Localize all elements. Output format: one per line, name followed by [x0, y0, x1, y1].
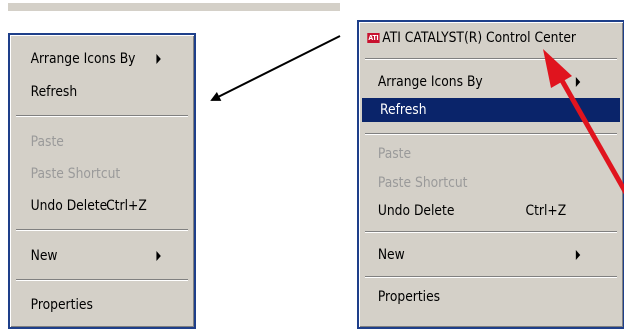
menu-item-label: Refresh — [30, 84, 78, 100]
menu-item-new[interactable]: New — [13, 244, 170, 268]
menu-separator — [16, 115, 188, 117]
shortcut-text: Ctrl+Z — [106, 198, 147, 214]
shortcut-text: Ctrl+Z — [525, 203, 567, 219]
menu-item-label: Arrange Icons By — [30, 51, 136, 67]
menu-item-undo-delete[interactable]: Undo Delete Ctrl+Z — [362, 199, 589, 223]
menu-item-new[interactable]: New — [362, 243, 589, 267]
menu-item-label: Arrange Icons By — [377, 74, 483, 90]
submenu-arrow-icon — [156, 251, 161, 261]
menu-separator — [365, 58, 617, 60]
menu-item-properties[interactable]: Properties — [362, 285, 589, 309]
menu-item-arrange-icons-by[interactable]: Arrange Icons By — [13, 47, 170, 71]
menu-item-label: ATI CATALYST(R) Control Center — [382, 30, 576, 46]
menu-item-refresh[interactable]: Refresh — [13, 80, 170, 104]
menu-item-label: Undo Delete — [377, 203, 455, 219]
menu-item-label: New — [377, 247, 405, 263]
menu-separator — [16, 229, 188, 231]
ati-logo-icon: ATI — [367, 33, 380, 43]
submenu-arrow-icon — [156, 54, 161, 64]
menu-item-paste: Paste — [362, 142, 589, 166]
context-menu-default: Arrange Icons By Refresh Paste Paste Sho… — [8, 33, 196, 329]
desktop-strip — [8, 3, 340, 11]
menu-separator — [365, 133, 617, 135]
menu-item-refresh-highlighted[interactable]: Refresh — [362, 98, 620, 122]
menu-item-label: Paste — [30, 134, 64, 150]
black-arrow-icon — [210, 35, 341, 101]
menu-item-properties[interactable]: Properties — [13, 293, 170, 317]
menu-item-undo-delete[interactable]: Undo Delete Ctrl+Z — [13, 194, 170, 218]
menu-item-paste-shortcut: Paste Shortcut — [362, 171, 589, 195]
context-menu-ati: ATI ATI CATALYST(R) Control Center Arran… — [357, 20, 624, 329]
menu-item-paste: Paste — [13, 130, 170, 154]
submenu-arrow-icon — [575, 250, 581, 260]
menu-item-label: Properties — [30, 297, 93, 313]
menu-item-label: Properties — [377, 289, 441, 305]
menu-item-label: Paste Shortcut — [30, 166, 121, 182]
menu-separator — [365, 231, 617, 233]
menu-separator — [16, 279, 188, 281]
menu-item-arrange-icons-by[interactable]: Arrange Icons By — [362, 70, 589, 94]
menu-item-label: Undo Delete — [30, 198, 108, 214]
menu-item-ati-catalyst-control-center[interactable]: ATI ATI CATALYST(R) Control Center — [362, 26, 589, 50]
menu-item-label: Paste — [377, 146, 412, 162]
menu-item-label: Refresh — [380, 102, 427, 118]
menu-separator — [365, 276, 617, 278]
menu-item-paste-shortcut: Paste Shortcut — [13, 162, 170, 186]
submenu-arrow-icon — [575, 77, 581, 87]
menu-item-label: Paste Shortcut — [377, 175, 468, 191]
menu-item-label: New — [30, 248, 58, 264]
